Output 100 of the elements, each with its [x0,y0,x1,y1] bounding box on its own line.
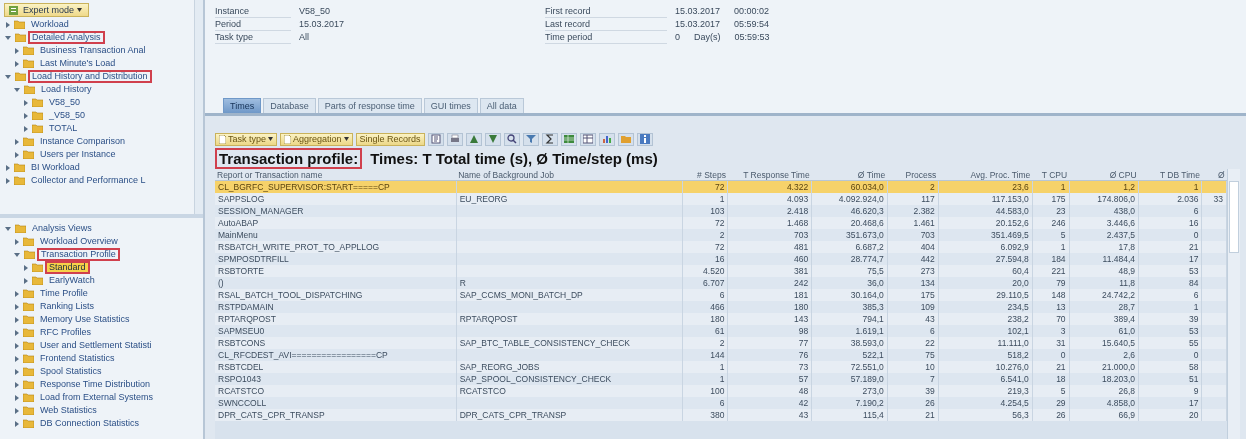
expander-icon[interactable] [14,87,20,92]
expander-icon[interactable] [5,74,11,79]
print-button[interactable] [446,132,463,146]
tree-item[interactable]: Spool Statistics [36,365,106,378]
toolbar-button[interactable]: Single Records [355,132,425,146]
tree-item[interactable]: DB Connection Statistics [36,417,144,430]
graphic-button[interactable] [598,132,615,146]
tree-item[interactable]: Web Statistics [36,404,101,417]
column-header[interactable]: Process [887,169,939,181]
expander-icon[interactable] [15,238,19,245]
scrollbar[interactable] [194,0,203,214]
column-header[interactable]: T Response Time [727,169,812,181]
tree-item[interactable]: Collector and Performance L [27,174,150,187]
tree-item[interactable]: TOTAL [45,122,82,135]
tree-item[interactable]: Response Time Distribution [36,378,155,391]
tree-item[interactable]: Transaction Profile [37,248,120,261]
expander-icon[interactable] [15,394,19,401]
tree-item[interactable]: Workload [27,18,73,31]
column-header[interactable]: Report or Transaction name [215,169,457,181]
column-header[interactable]: T DB Time [1138,169,1202,181]
column-header[interactable]: Avg. Proc. Time [938,169,1033,181]
expander-icon[interactable] [24,112,28,119]
tab[interactable]: Parts of response time [317,98,422,113]
info-button[interactable] [636,132,653,146]
expander-icon[interactable] [15,329,19,336]
tree-item[interactable]: Workload Overview [36,235,122,248]
sum-button[interactable] [541,132,558,146]
expander-icon[interactable] [6,21,10,28]
expander-icon[interactable] [15,151,19,158]
toolbar-button[interactable]: Aggregation [280,132,353,146]
tree-item[interactable]: BI Workload [27,161,84,174]
expander-icon[interactable] [5,226,11,231]
tree-item[interactable]: Standard [45,261,90,274]
expander-icon[interactable] [24,125,28,132]
column-header[interactable]: Ø CPU [1069,169,1139,181]
tree-item[interactable]: Memory Use Statistics [36,313,134,326]
expander-icon[interactable] [15,368,19,375]
filter-icon [525,134,536,144]
tree-item[interactable]: Detailed Analysis [28,31,105,44]
column-header[interactable]: Name of Background Job [456,169,683,181]
details-button[interactable] [427,132,444,146]
expander-icon[interactable] [15,303,19,310]
expander-icon[interactable] [15,316,19,323]
table-cell: 43 [887,313,939,325]
expander-icon[interactable] [15,342,19,349]
toolbar-button[interactable]: Task type [215,132,278,146]
expander-icon[interactable] [24,264,28,271]
find-button[interactable] [503,132,520,146]
expander-icon[interactable] [15,381,19,388]
tree-item[interactable]: Analysis Views [28,222,96,235]
column-header[interactable]: Ø [1201,169,1227,181]
table-cell: 20.468,6 [811,217,888,229]
expander-icon[interactable] [15,355,19,362]
tree-item[interactable]: Frontend Statistics [36,352,119,365]
tree-item[interactable]: Load History and Distribution [28,70,152,83]
expander-icon[interactable] [14,252,20,257]
table-cell: 23 [1032,205,1070,217]
sort-descending-button[interactable] [484,132,501,146]
tree-item[interactable]: Business Transaction Anal [36,44,150,57]
tab[interactable]: Database [263,98,316,113]
tree-item[interactable]: V58_50 [45,96,85,109]
expander-icon[interactable] [15,47,19,54]
tree-item[interactable]: Ranking Lists [36,300,99,313]
tab[interactable]: GUI times [423,98,478,113]
tab[interactable]: Times [223,98,262,113]
expander-icon[interactable] [15,420,19,427]
field-value: All [299,32,309,43]
expander-icon[interactable] [15,138,19,145]
sort-ascending-button[interactable] [465,132,482,146]
table-cell: 6 [682,289,728,301]
column-header[interactable]: # Steps [682,169,728,181]
tree-item[interactable]: EarlyWatch [45,274,99,287]
mode-button[interactable]: Expert mode [4,3,90,17]
table-cell: 61,0 [1069,325,1139,337]
tree-item[interactable]: Load History [37,83,96,96]
filter-button[interactable] [522,132,539,146]
column-header[interactable]: Ø Time [811,169,888,181]
tree-item[interactable]: Users per Instance [36,148,120,161]
layout-button[interactable] [579,132,596,146]
expander-icon[interactable] [6,177,10,184]
column-header[interactable]: T CPU [1032,169,1070,181]
expander-icon[interactable] [15,60,19,67]
tree-item[interactable]: Last Minute's Load [36,57,120,70]
expander-icon[interactable] [15,407,19,414]
tree-item[interactable]: Load from External Systems [36,391,158,404]
tab[interactable]: All data [479,98,524,113]
table-cell: 6.707 [682,277,728,289]
expander-icon[interactable] [15,290,19,297]
tree-item[interactable]: User and Settlement Statisti [36,339,156,352]
expander-icon[interactable] [24,99,28,106]
expander-icon[interactable] [5,35,11,40]
expander-icon[interactable] [6,164,10,171]
tree-item[interactable]: Time Profile [36,287,92,300]
tree-item[interactable]: Instance Comparison [36,135,130,148]
table-cell: 53 [1138,325,1202,337]
tree-item[interactable]: _V58_50 [45,109,90,122]
expander-icon[interactable] [24,277,28,284]
scrollbar[interactable] [1227,169,1240,439]
tree-item[interactable]: RFC Profiles [36,326,95,339]
table-cell: 84 [1138,277,1202,289]
